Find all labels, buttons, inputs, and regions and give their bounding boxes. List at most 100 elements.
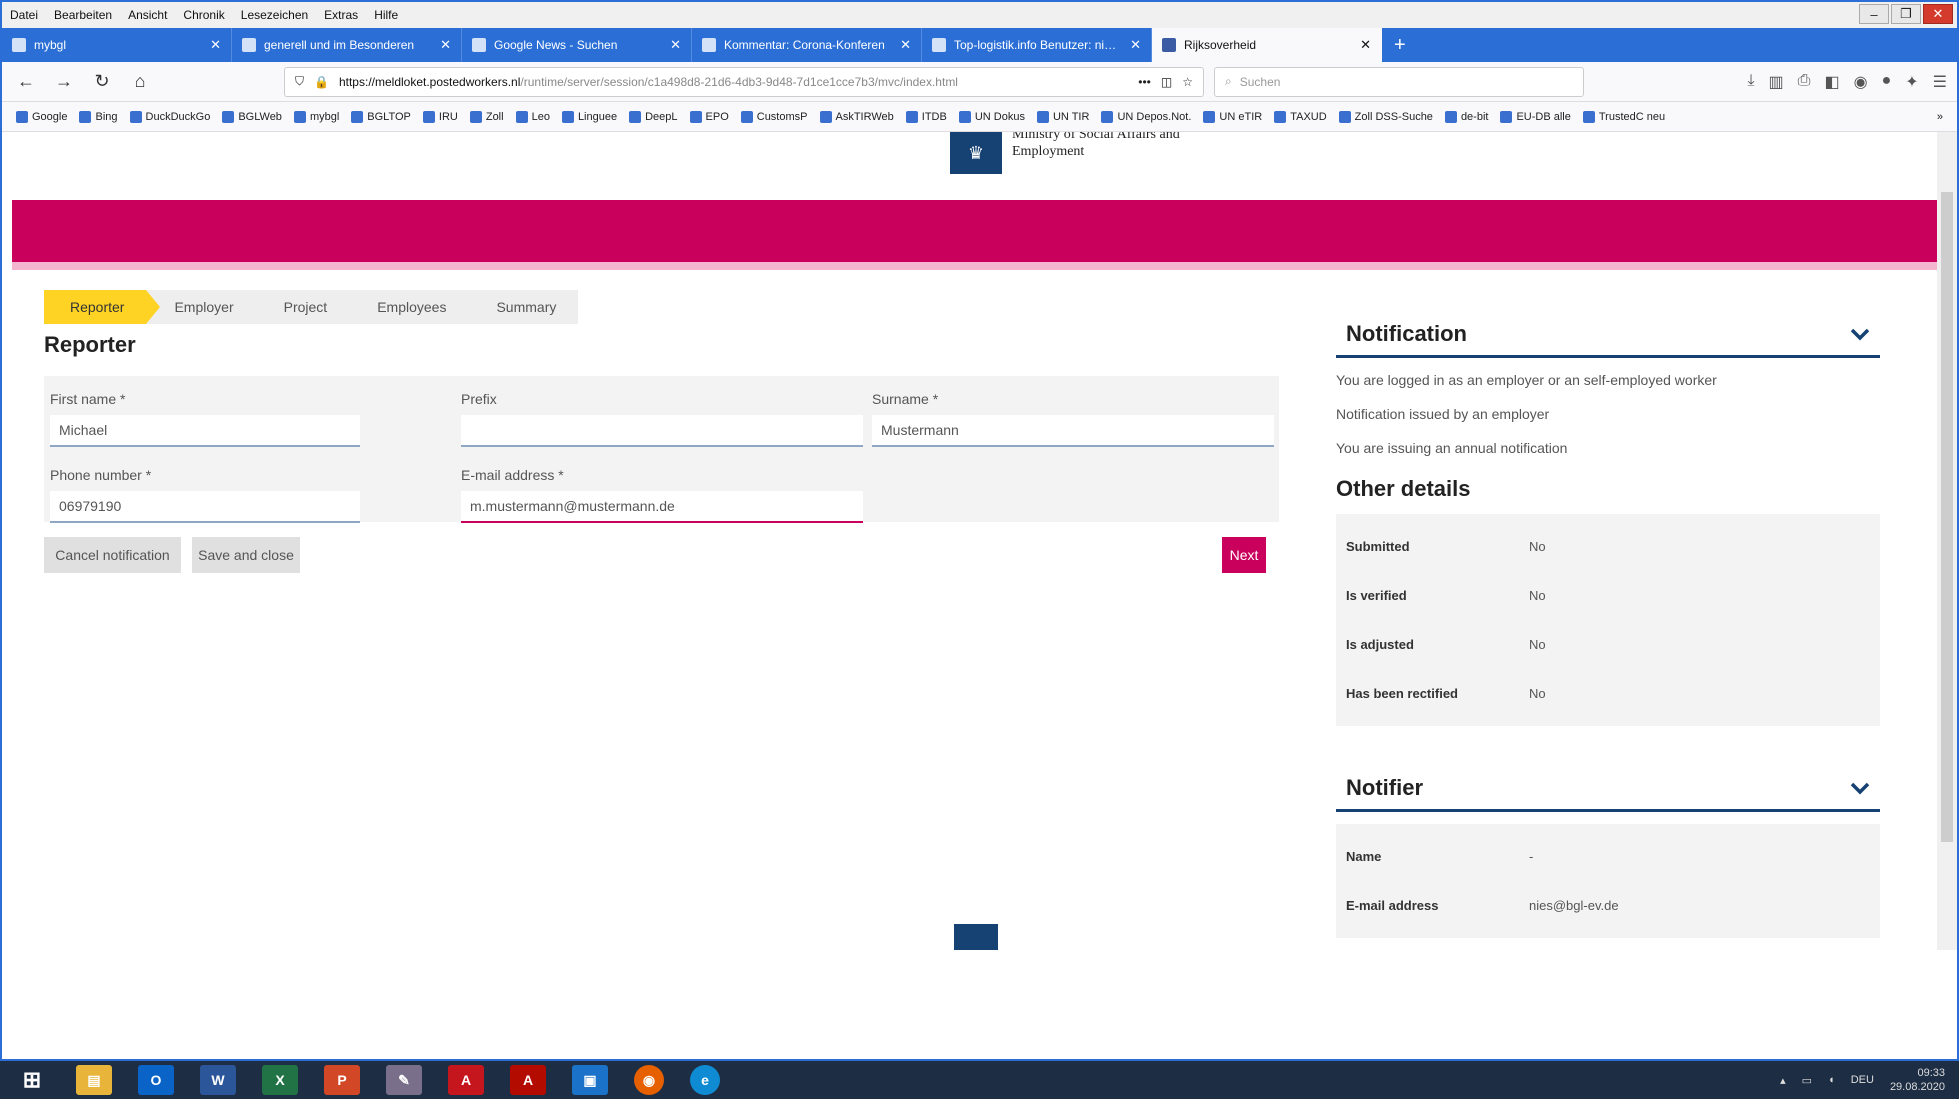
prefix-input[interactable] — [461, 415, 863, 447]
step-employer[interactable]: Employer — [146, 290, 255, 324]
tab-close-icon[interactable]: ✕ — [670, 37, 681, 53]
close-icon[interactable]: ✕ — [1923, 4, 1953, 24]
addon-icon[interactable]: ● — [1882, 72, 1892, 92]
bookmark-item[interactable]: Google — [16, 110, 67, 123]
volume-icon[interactable]: ◖ — [1828, 1074, 1835, 1086]
bookmark-item[interactable]: UN eTIR — [1203, 110, 1262, 123]
tab-close-icon[interactable]: ✕ — [440, 37, 451, 53]
bookmark-item[interactable]: IRU — [422, 110, 458, 123]
surname-input[interactable] — [872, 415, 1274, 447]
page-scrollbar[interactable] — [1937, 132, 1957, 950]
tray-up-icon[interactable]: ▴ — [1780, 1074, 1786, 1087]
bookmarks-overflow-icon[interactable]: » — [1937, 111, 1943, 123]
bookmark-item[interactable]: Bing — [79, 110, 118, 123]
new-tab-icon[interactable]: + — [1382, 28, 1418, 62]
first-name-input[interactable] — [50, 415, 360, 447]
url-text[interactable]: https://meldloket.postedworkers.nl/runti… — [339, 75, 1128, 89]
tab-generell[interactable]: generell und im Besonderen ✕ — [232, 28, 462, 62]
step-project[interactable]: Project — [256, 290, 350, 324]
email-input[interactable] — [461, 491, 863, 523]
url-bar[interactable]: ⛉ 🔒 https://meldloket.postedworkers.nl/r… — [284, 66, 1204, 97]
bookmark-item[interactable]: Zoll — [469, 110, 504, 123]
download-icon[interactable]: ⤓ — [1747, 72, 1754, 92]
step-reporter[interactable]: Reporter — [44, 290, 162, 324]
tool-icon[interactable]: ✎ — [386, 1065, 422, 1095]
bookmark-item[interactable]: de-bit — [1444, 110, 1488, 123]
menu-ansicht[interactable]: Ansicht — [120, 8, 175, 22]
more-icon[interactable]: ••• — [1138, 75, 1151, 89]
acrobat-icon[interactable]: A — [448, 1065, 484, 1095]
outlook-icon[interactable]: O — [138, 1065, 174, 1095]
shield-icon[interactable]: ⛉ — [295, 74, 304, 89]
search-input[interactable]: ⌕ Suchen — [1214, 66, 1584, 97]
bookmark-star-icon[interactable]: ☆ — [1182, 75, 1193, 89]
bookmark-item[interactable]: TAXUD — [1274, 110, 1327, 123]
notifier-header[interactable]: Notifier — [1336, 766, 1880, 812]
step-summary[interactable]: Summary — [468, 290, 578, 324]
document-app-icon[interactable]: ▣ — [572, 1065, 608, 1095]
bookmark-item[interactable]: DeepL — [629, 110, 678, 123]
bookmark-item[interactable]: TrustedC neu — [1582, 110, 1665, 123]
acrobat-reader-icon[interactable]: A — [510, 1065, 546, 1095]
bookmark-item[interactable]: UN Dokus — [958, 110, 1025, 123]
sidebar-icon[interactable]: ◧ — [1824, 72, 1839, 92]
home-icon[interactable]: ⌂ — [126, 68, 154, 96]
tab-mybgl[interactable]: mybgl ✕ — [2, 28, 232, 62]
powerpoint-icon[interactable]: P — [324, 1065, 360, 1095]
bookmark-item[interactable]: mybgl — [293, 110, 339, 123]
forward-icon[interactable]: → — [50, 68, 78, 96]
bookmark-item[interactable]: BGLWeb — [222, 110, 282, 123]
tab-kommentar[interactable]: Kommentar: Corona-Konferen ✕ — [692, 28, 922, 62]
tab-close-icon[interactable]: ✕ — [1360, 37, 1371, 53]
lock-icon[interactable]: 🔒 — [314, 75, 329, 89]
print-icon[interactable]: ⎙ — [1798, 72, 1811, 92]
menu-chronik[interactable]: Chronik — [175, 8, 232, 22]
library-icon[interactable]: ▥ — [1769, 72, 1784, 92]
tab-close-icon[interactable]: ✕ — [210, 37, 221, 53]
back-icon[interactable]: ← — [12, 68, 40, 96]
excel-icon[interactable]: X — [262, 1065, 298, 1095]
chevron-down-icon[interactable] — [1850, 778, 1870, 798]
bookmark-item[interactable]: UN TIR — [1036, 110, 1089, 123]
word-icon[interactable]: W — [200, 1065, 236, 1095]
firefox-icon[interactable]: ◉ — [634, 1065, 664, 1095]
tab-top-logistik[interactable]: Top-logistik.info Benutzer: nies@ ✕ — [922, 28, 1152, 62]
tab-close-icon[interactable]: ✕ — [1130, 37, 1141, 53]
chevron-down-icon[interactable] — [1850, 324, 1870, 344]
notification-header[interactable]: Notification — [1336, 312, 1880, 358]
pocket-icon[interactable]: ◫ — [1161, 75, 1172, 89]
ministry-logo[interactable]: ♛ Ministry of Social Affairs and Employm… — [950, 132, 1180, 174]
bookmark-item[interactable]: ITDB — [905, 110, 947, 123]
windows-start-icon[interactable]: ⊞ — [14, 1065, 50, 1095]
edge-icon[interactable]: e — [690, 1065, 720, 1095]
reload-icon[interactable]: ↻ — [88, 68, 116, 96]
clock[interactable]: 09:33 29.08.2020 — [1890, 1066, 1945, 1094]
tab-google-news[interactable]: Google News - Suchen ✕ — [462, 28, 692, 62]
extension-icon[interactable]: ◉ — [1854, 72, 1868, 92]
tab-close-icon[interactable]: ✕ — [900, 37, 911, 53]
bookmark-item[interactable]: Linguee — [561, 110, 617, 123]
menu-hilfe[interactable]: Hilfe — [366, 8, 406, 22]
tab-rijksoverheid[interactable]: Rijksoverheid ✕ — [1152, 28, 1382, 62]
bookmark-item[interactable]: AskTIRWeb — [819, 110, 894, 123]
bookmark-item[interactable]: Zoll DSS-Suche — [1338, 110, 1433, 123]
menu-lesezeichen[interactable]: Lesezeichen — [233, 8, 316, 22]
bookmark-item[interactable]: BGLTOP — [351, 110, 411, 123]
bookmark-item[interactable]: EPO — [689, 110, 729, 123]
cancel-notification-button[interactable]: Cancel notification — [44, 537, 181, 573]
bookmark-item[interactable]: UN Depos.Not. — [1101, 110, 1191, 123]
menu-datei[interactable]: Datei — [2, 8, 46, 22]
bookmark-item[interactable]: CustomsP — [740, 110, 808, 123]
file-explorer-icon[interactable]: ▤ — [76, 1065, 112, 1095]
next-button[interactable]: Next — [1222, 537, 1266, 573]
network-icon[interactable]: ▭ — [1802, 1074, 1812, 1087]
menu-extras[interactable]: Extras — [316, 8, 366, 22]
bookmark-item[interactable]: Leo — [515, 110, 550, 123]
bookmark-item[interactable]: DuckDuckGo — [129, 110, 210, 123]
menu-bearbeiten[interactable]: Bearbeiten — [46, 8, 120, 22]
scrollbar-thumb[interactable] — [1941, 192, 1953, 842]
hamburger-menu-icon[interactable]: ☰ — [1933, 72, 1947, 92]
minimize-icon[interactable]: – — [1859, 4, 1889, 24]
maximize-icon[interactable]: ❐ — [1891, 4, 1921, 24]
save-and-close-button[interactable]: Save and close — [192, 537, 300, 573]
